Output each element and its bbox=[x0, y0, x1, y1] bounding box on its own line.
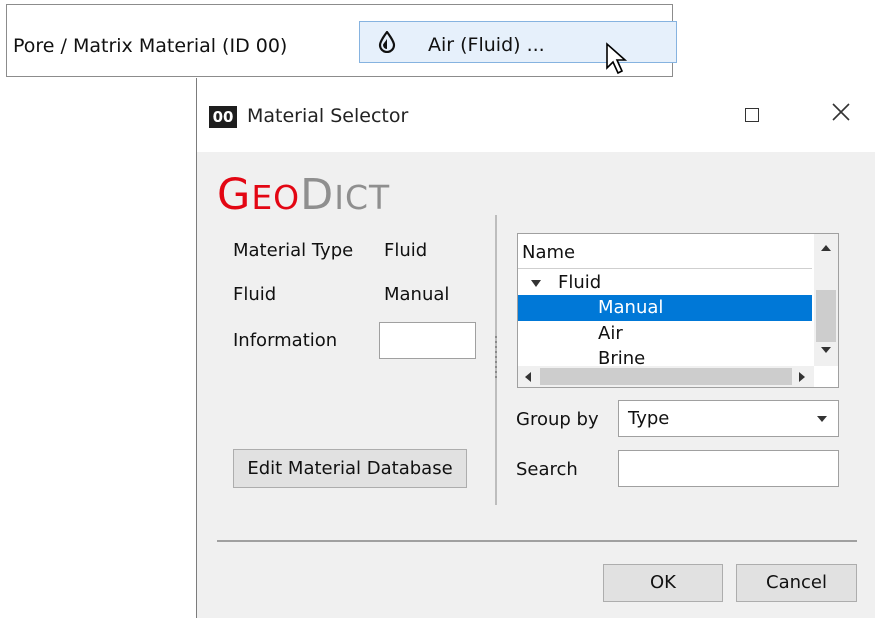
material-tree[interactable]: Name Fluid Manual Air Brine bbox=[517, 233, 839, 388]
tree-header-name[interactable]: Name bbox=[518, 234, 812, 269]
chevron-down-icon bbox=[817, 416, 827, 422]
tree-group-fluid[interactable]: Fluid bbox=[518, 270, 812, 296]
search-label: Search bbox=[516, 459, 578, 480]
group-by-select[interactable]: Type bbox=[618, 400, 839, 437]
splitter-grip[interactable] bbox=[494, 336, 498, 382]
tree-expand-icon[interactable] bbox=[530, 279, 542, 288]
drop-icon bbox=[378, 31, 396, 53]
maximize-icon[interactable] bbox=[745, 108, 759, 122]
property-row: Pore / Matrix Material (ID 00) Air (Flui… bbox=[6, 4, 677, 77]
material-selector-dialog: 00 Material Selector GEODICT Material Ty… bbox=[196, 78, 875, 618]
divider bbox=[217, 540, 857, 542]
edit-material-database-button[interactable]: Edit Material Database bbox=[233, 449, 467, 488]
tree-horizontal-scrollbar[interactable] bbox=[518, 366, 814, 387]
ok-button[interactable]: OK bbox=[603, 564, 723, 602]
mouse-cursor-icon bbox=[606, 42, 628, 75]
information-field[interactable] bbox=[379, 322, 476, 359]
material-type-label: Material Type bbox=[233, 240, 354, 261]
fluid-label: Fluid bbox=[233, 284, 277, 305]
scroll-down-icon[interactable] bbox=[820, 346, 832, 354]
scroll-up-icon[interactable] bbox=[820, 244, 832, 252]
tree-vertical-scrollbar[interactable] bbox=[814, 234, 838, 366]
scroll-left-icon[interactable] bbox=[524, 371, 532, 383]
title-bar: 00 Material Selector bbox=[197, 78, 875, 152]
tree-item-air[interactable]: Air bbox=[518, 321, 812, 347]
close-icon[interactable] bbox=[831, 102, 851, 122]
pore-material-label: Pore / Matrix Material (ID 00) bbox=[13, 35, 288, 57]
vertical-scroll-thumb[interactable] bbox=[816, 290, 836, 342]
fluid-value: Manual bbox=[384, 284, 450, 305]
tree-item-manual[interactable]: Manual bbox=[518, 295, 812, 321]
geodict-logo: GEODICT bbox=[217, 170, 391, 220]
material-select-value: Air (Fluid) ... bbox=[428, 34, 545, 56]
app-icon: 00 bbox=[209, 106, 237, 128]
search-input[interactable] bbox=[618, 450, 839, 487]
material-type-value: Fluid bbox=[384, 240, 428, 261]
group-by-label: Group by bbox=[516, 409, 599, 430]
scroll-right-icon[interactable] bbox=[798, 371, 806, 383]
horizontal-scroll-thumb[interactable] bbox=[540, 368, 792, 385]
window-title: Material Selector bbox=[247, 105, 409, 127]
information-label: Information bbox=[233, 330, 338, 351]
cancel-button[interactable]: Cancel bbox=[736, 564, 857, 602]
